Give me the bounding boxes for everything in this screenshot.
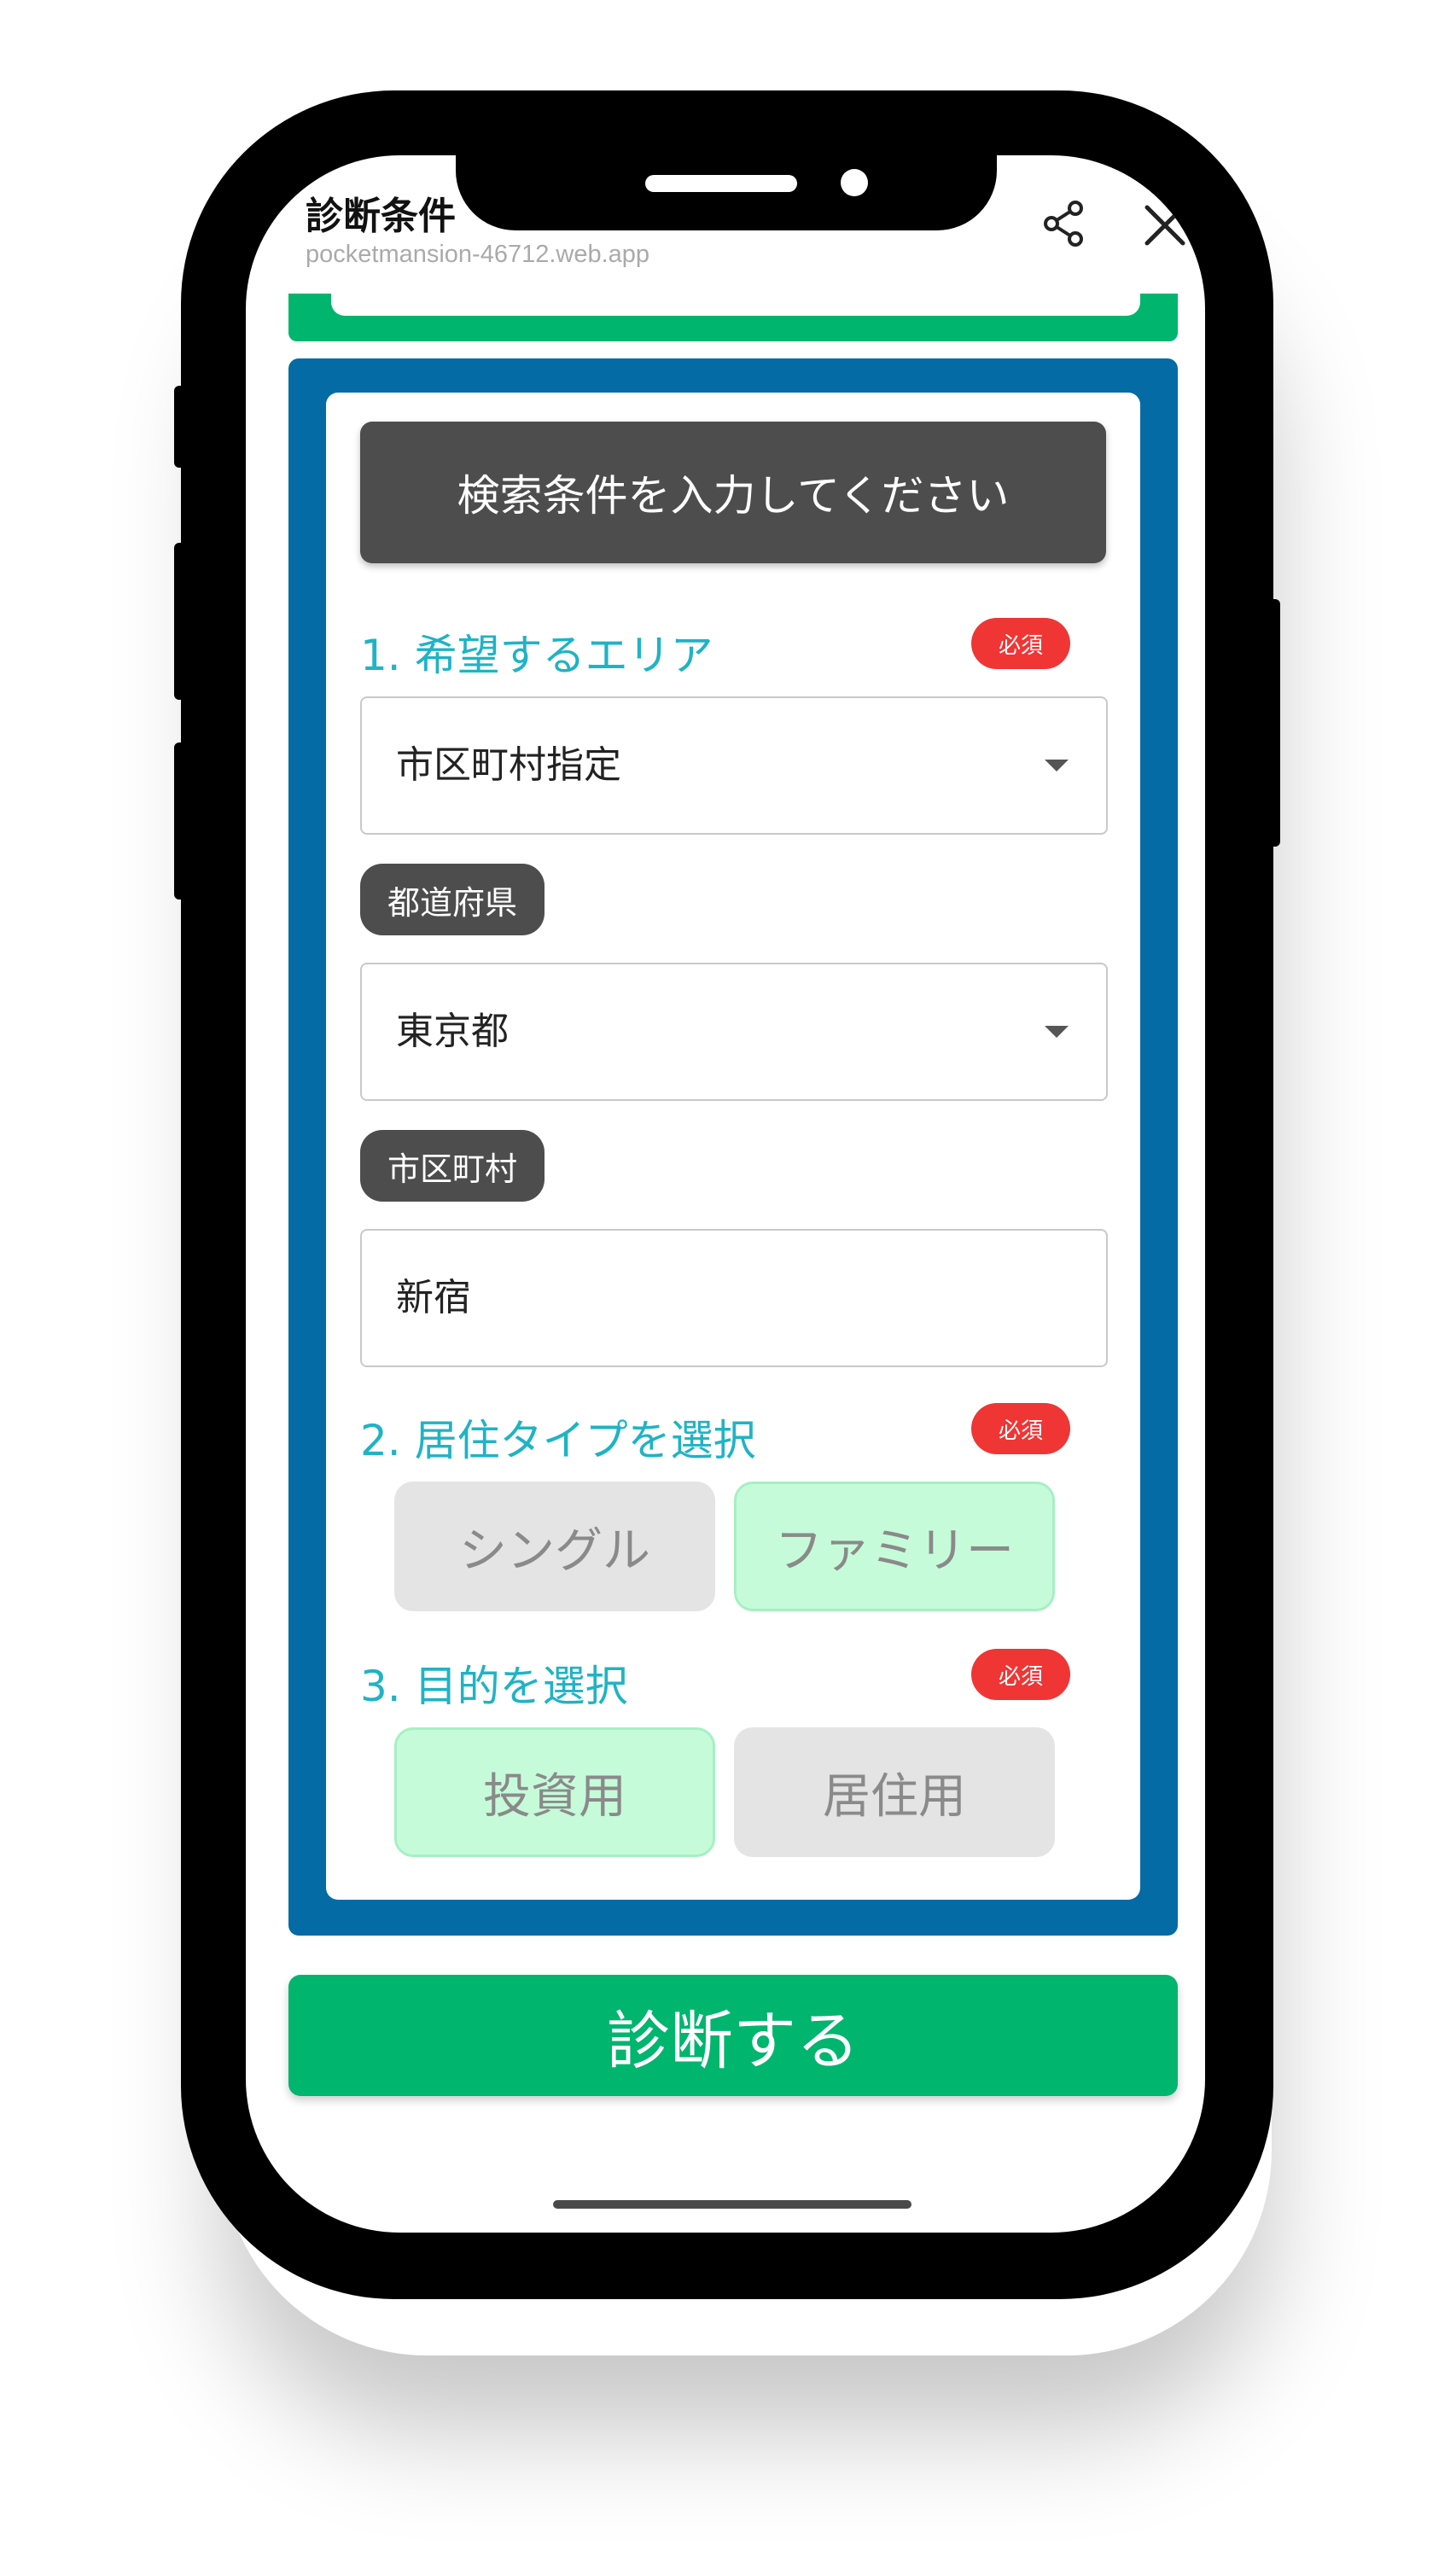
- residence-section-title: 2. 居住タイプを選択: [360, 1416, 756, 1465]
- city-input[interactable]: 新宿: [360, 1229, 1108, 1367]
- area-mode-value: 市区町村指定: [396, 743, 621, 787]
- prefecture-value: 東京都: [396, 1010, 509, 1053]
- previous-section-card: [331, 294, 1140, 316]
- residence-required-badge: 必須: [971, 1403, 1070, 1454]
- home-indicator[interactable]: [553, 2200, 911, 2209]
- page-url: pocketmansion-46712.web.app: [306, 241, 650, 268]
- page-title: 診断条件: [306, 195, 456, 238]
- city-value: 新宿: [396, 1276, 471, 1319]
- option-family[interactable]: ファミリー: [734, 1482, 1055, 1611]
- front-camera: [841, 169, 868, 196]
- phone-notch: [456, 155, 997, 230]
- area-required-badge: 必須: [971, 618, 1070, 669]
- app-screen: 診断条件 pocketmansion-46712.web.app 検索条件を入力…: [246, 155, 1205, 2233]
- search-banner: 検索条件を入力してください: [360, 422, 1106, 563]
- diagnose-button[interactable]: 診断する: [288, 1975, 1178, 2096]
- option-single[interactable]: シングル: [394, 1482, 715, 1611]
- prefecture-select[interactable]: 東京都: [360, 963, 1108, 1101]
- purpose-section-title: 3. 目的を選択: [360, 1662, 628, 1711]
- close-icon[interactable]: [1142, 202, 1188, 248]
- option-residential[interactable]: 居住用: [734, 1727, 1055, 1857]
- previous-section-bar: [288, 294, 1178, 341]
- share-icon[interactable]: [1040, 200, 1087, 247]
- search-card: 検索条件を入力してください 1. 希望するエリア 必須 市区町村指定 都道府県 …: [326, 393, 1140, 1900]
- search-panel: 検索条件を入力してください 1. 希望するエリア 必須 市区町村指定 都道府県 …: [288, 358, 1178, 1936]
- chevron-down-icon: [1045, 760, 1069, 772]
- area-section-title: 1. 希望するエリア: [360, 631, 713, 680]
- area-mode-select[interactable]: 市区町村指定: [360, 696, 1108, 835]
- chevron-down-icon: [1045, 1026, 1069, 1038]
- city-label: 市区町村: [360, 1130, 545, 1202]
- prefecture-label: 都道府県: [360, 864, 545, 935]
- purpose-required-badge: 必須: [971, 1649, 1070, 1700]
- speaker-grille: [645, 175, 797, 192]
- option-investment[interactable]: 投資用: [394, 1727, 715, 1857]
